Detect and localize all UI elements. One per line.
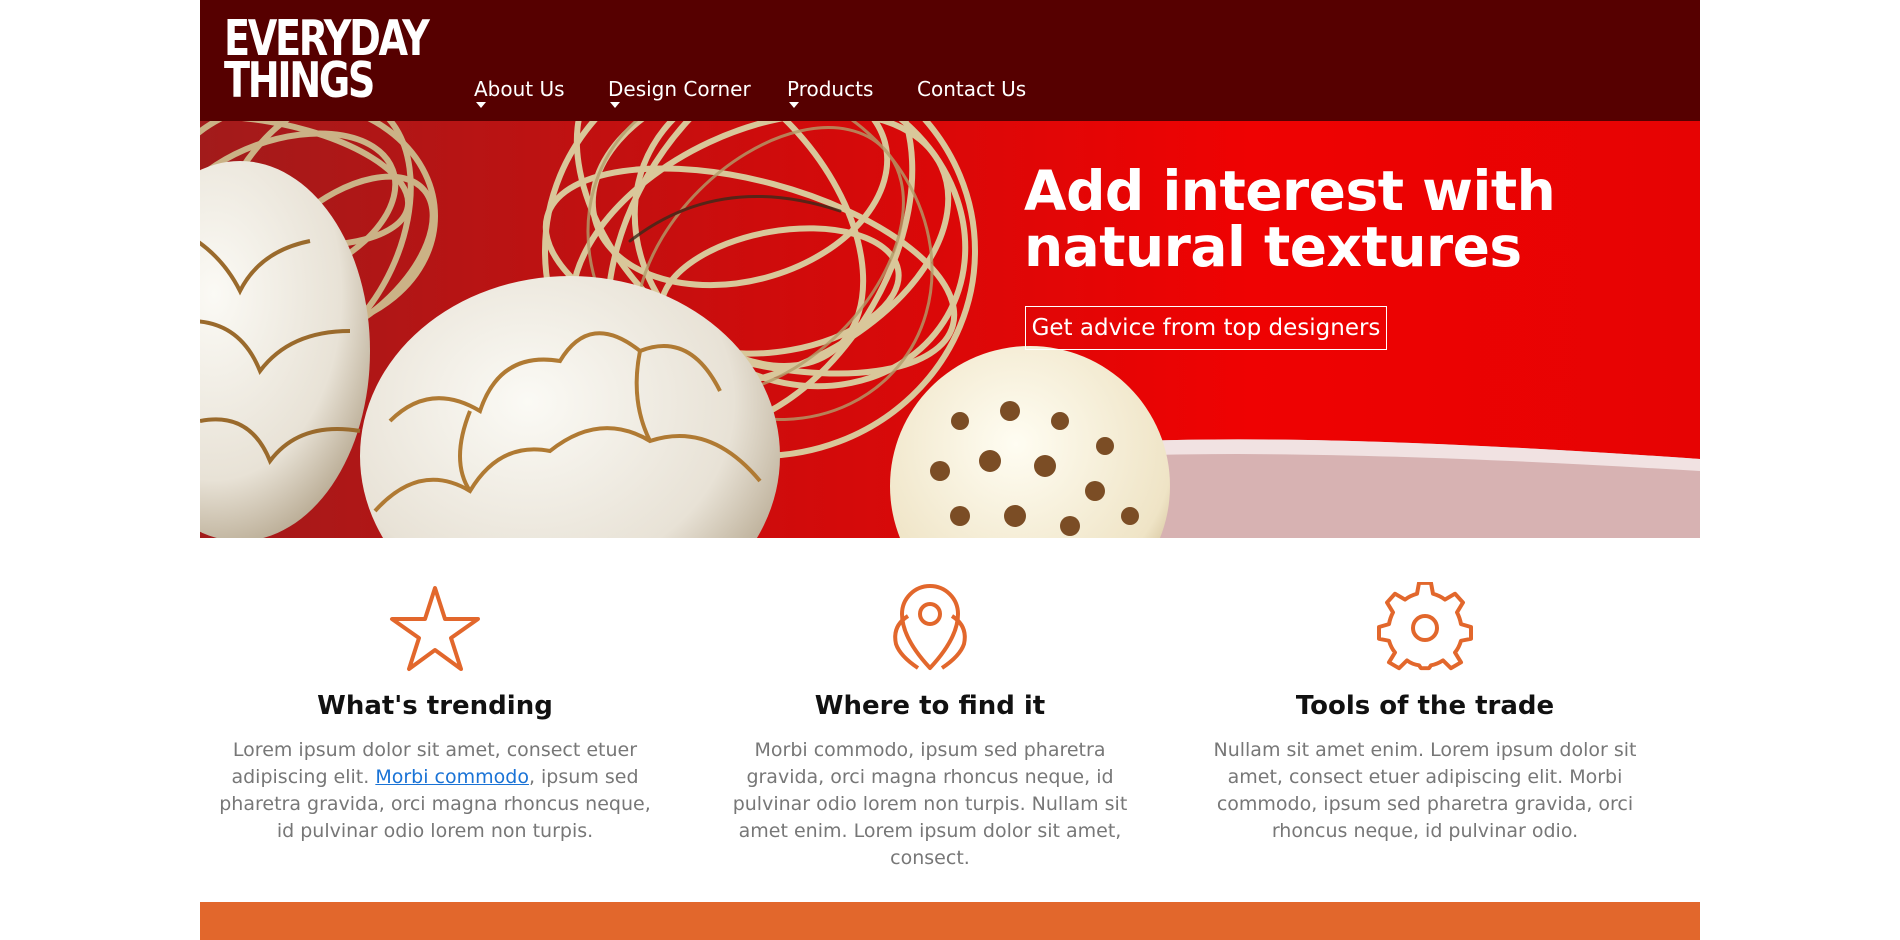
feature-title: What's trending (317, 691, 553, 721)
feature-tools-of-the-trade: Tools of the trade Nullam sit amet enim.… (1190, 582, 1660, 842)
nav-item-label: Products (787, 77, 874, 101)
nav-item-label: Design Corner (608, 77, 751, 101)
footer-band (200, 902, 1700, 940)
hero-title: Add interest with natural textures (1024, 159, 1556, 279)
feature-text: Nullam sit amet enim. Lorem ipsum dolor … (1213, 739, 1637, 842)
nav-item-about-us[interactable]: About Us (474, 76, 565, 108)
feature-text: Lorem ipsum dolor sit amet, consect etue… (200, 737, 670, 845)
feature-title: Where to find it (814, 691, 1046, 721)
nav-item-contact-us[interactable]: Contact Us (917, 76, 1026, 102)
star-icon (390, 586, 480, 671)
hero-title-line-2: natural textures (1024, 215, 1522, 279)
nav-item-label: Contact Us (917, 77, 1027, 101)
site-header: EVERYDAY THINGS About Us Design Corner P… (200, 0, 1700, 121)
hero-banner: Add interest with natural textures Get a… (200, 121, 1700, 538)
feature-title: Tools of the trade (1295, 691, 1555, 721)
gear-icon (1377, 582, 1473, 671)
feature-text: Morbi commodo, ipsum sed pharetra gravid… (732, 739, 1128, 869)
nav-item-design-corner[interactable]: Design Corner (608, 76, 751, 108)
feature-whats-trending: What's trending Lorem ipsum dolor sit am… (200, 582, 670, 842)
get-advice-button[interactable]: Get advice from top designers (1025, 306, 1387, 350)
nav-item-label: About Us (474, 77, 565, 101)
nav-item-products[interactable]: Products (787, 76, 874, 108)
feature-where-to-find-it: Where to find it Morbi commodo, ipsum se… (695, 582, 1165, 869)
hero-title-line-1: Add interest with (1024, 159, 1556, 223)
dropdown-caret-icon (789, 102, 799, 108)
page: EVERYDAY THINGS About Us Design Corner P… (200, 0, 1700, 940)
dropdown-caret-icon (610, 102, 620, 108)
location-pin-icon (893, 584, 967, 670)
site-logo[interactable]: EVERYDAY THINGS (224, 14, 430, 105)
dropdown-caret-icon (476, 102, 486, 108)
morbi-commodo-link[interactable]: Morbi commodo (375, 766, 529, 788)
